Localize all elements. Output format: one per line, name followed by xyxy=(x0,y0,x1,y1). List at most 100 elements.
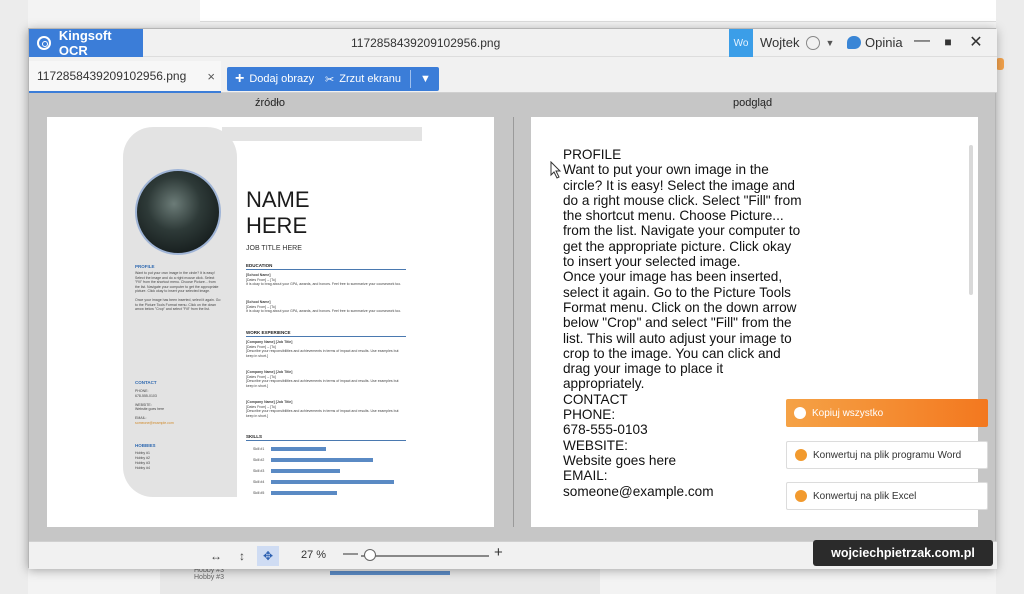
ocr-window: Kingsoft OCR 1172858439209102956.png Wo … xyxy=(28,28,997,569)
zoom-value: 27 % xyxy=(301,549,327,561)
preview-panel-label: podgląd xyxy=(733,97,773,109)
crown-icon xyxy=(795,490,807,502)
copy-all-label: Kopiuj wszystko xyxy=(812,407,884,419)
plus-icon: + xyxy=(235,70,245,87)
resume-skill-bar xyxy=(271,491,337,495)
resume-skill-label: Skill #1 xyxy=(253,447,265,451)
add-images-button[interactable]: + Dodaj obrazy xyxy=(227,67,323,91)
mouse-cursor-icon xyxy=(550,161,562,179)
resume-work-heading: WORK EXPERIENCE xyxy=(246,330,291,335)
resume-work-entry: [Company Name] [Job Title] [Dates From] –… xyxy=(246,370,399,388)
resume-work-entry: [Company Name] [Job Title] [Dates From] –… xyxy=(246,400,399,418)
zoom-slider-thumb[interactable] xyxy=(364,549,376,561)
background-hobby-line: Hobby #3 xyxy=(194,574,224,581)
source-panel-label: źródło xyxy=(255,97,285,109)
convert-excel-button[interactable]: Konwertuj na plik Excel xyxy=(786,482,988,510)
resume-skill-bar xyxy=(271,469,340,473)
close-button[interactable]: ✕ xyxy=(965,32,987,52)
feedback-icon xyxy=(847,36,861,49)
resume-hobby: Hobby #3 xyxy=(135,461,150,465)
feedback-label: Opinia xyxy=(865,35,903,50)
fit-height-icon[interactable]: ↕ xyxy=(231,546,253,566)
resume-company: [Company Name] [Job Title] xyxy=(246,370,293,374)
preview-scrollbar[interactable] xyxy=(969,145,973,295)
title-bar: Kingsoft OCR 1172858439209102956.png Wo … xyxy=(29,28,997,58)
add-images-label: Dodaj obrazy xyxy=(249,73,315,85)
background-orange-marker xyxy=(996,58,1004,70)
screenshot-button[interactable]: ✂ Zrzut ekranu ▼ xyxy=(317,67,439,91)
pan-move-icon[interactable]: ✥ xyxy=(257,546,279,566)
resume-contact-text: PHONE: 678-555-0103 WEBSITE: Website goes h… xyxy=(135,389,174,425)
resume-education-entry: [School Name] [Dates From] – [To] It is ok… xyxy=(246,300,402,313)
resume-skill-label: Skill #4 xyxy=(253,480,265,484)
resume-work-entry: [Company Name] [Job Title] [Dates From] –… xyxy=(246,340,399,358)
resume-education-heading: EDUCATION xyxy=(246,263,273,268)
resume-hobby: Hobby #1 xyxy=(135,451,150,455)
background-left-panel xyxy=(0,0,28,594)
resume-name: NAME HERE xyxy=(246,187,310,239)
file-tab-label: 1172858439209102956.png xyxy=(37,69,187,83)
convert-word-label: Konwertuj na plik programu Word xyxy=(813,449,962,461)
resume-hobby: Hobby #4 xyxy=(135,466,150,470)
window-title: 1172858439209102956.png xyxy=(351,36,501,50)
resume-rule xyxy=(246,269,406,270)
crown-icon xyxy=(795,449,807,461)
resume-rule xyxy=(246,336,406,337)
resume-profile-heading: PROFILE xyxy=(135,264,155,269)
close-tab-icon[interactable]: × xyxy=(207,69,215,84)
minimize-button[interactable]: — xyxy=(911,32,933,50)
resume-company: [Company Name] [Job Title] xyxy=(246,340,293,344)
zoom-in-button[interactable]: + xyxy=(494,544,503,561)
screenshot-label: Zrzut ekranu xyxy=(339,73,401,85)
resume-skill-label: Skill #2 xyxy=(253,458,265,462)
app-name: Kingsoft OCR xyxy=(58,28,112,58)
background-toolbar xyxy=(200,0,1024,22)
zoom-slider-track[interactable] xyxy=(361,555,489,557)
caret-down-icon: ▼ xyxy=(825,37,835,48)
button-separator xyxy=(409,70,411,88)
resume-skill-bar xyxy=(271,458,373,462)
resume-skills-heading: SKILLS xyxy=(246,434,263,439)
premium-icon xyxy=(805,35,820,50)
user-menu[interactable]: Wojtek ▼ xyxy=(760,35,834,50)
ocr-text[interactable]: PROFILE Want to put your own image in th… xyxy=(563,147,803,499)
resume-photo xyxy=(135,169,221,255)
resume-skill-label: Skill #5 xyxy=(253,491,265,495)
resume-profile-text: Want to put your own image in the circle… xyxy=(135,271,221,311)
ocr-logo-icon xyxy=(37,36,51,50)
resume-job-title: JOB TITLE HERE xyxy=(246,245,302,252)
resume-hobby: Hobby #2 xyxy=(135,456,150,460)
file-tab[interactable]: 1172858439209102956.png × xyxy=(29,61,221,93)
feedback-button[interactable]: Opinia xyxy=(847,35,903,50)
zoom-out-button[interactable]: — xyxy=(343,545,358,562)
source-image[interactable]: PROFILE Want to put your own image in th… xyxy=(47,117,494,527)
resume-header-band xyxy=(222,127,422,141)
resume-rule xyxy=(246,440,406,441)
resume-education-entry: [School Name] [Dates From] – [To] It is ok… xyxy=(246,273,402,286)
background-right-panel xyxy=(996,0,1024,594)
resume-skill-bar xyxy=(271,480,394,484)
maximize-button[interactable]: ■ xyxy=(937,35,959,49)
app-brand[interactable]: Kingsoft OCR xyxy=(29,28,143,58)
chevron-down-icon[interactable]: ▼ xyxy=(420,73,431,85)
scissors-icon: ✂ xyxy=(325,73,335,86)
resume-school: [School Name] xyxy=(246,273,271,277)
fit-width-icon[interactable]: ↔ xyxy=(205,546,227,566)
resume-name-line: HERE xyxy=(246,213,308,238)
resume-company: [Company Name] [Job Title] xyxy=(246,400,293,404)
copy-all-button[interactable]: Kopiuj wszystko xyxy=(786,399,988,427)
resume-skill-label: Skill #3 xyxy=(253,469,265,473)
resume-hobbies-heading: HOBBIES xyxy=(135,443,156,448)
watermark: wojciechpietrzak.com.pl xyxy=(813,540,993,566)
panel-divider[interactable] xyxy=(513,117,514,527)
convert-word-button[interactable]: Konwertuj na plik programu Word xyxy=(786,441,988,469)
crown-icon xyxy=(794,407,806,419)
user-name: Wojtek xyxy=(760,35,800,50)
tab-bar: 1172858439209102956.png × + Dodaj obrazy… xyxy=(29,57,997,93)
convert-excel-label: Konwertuj na plik Excel xyxy=(813,490,917,502)
wo-button[interactable]: Wo xyxy=(729,29,753,57)
resume-skill-bar xyxy=(271,447,326,451)
resume-name-line: NAME xyxy=(246,187,310,212)
resume-school: [School Name] xyxy=(246,300,271,304)
resume-contact-heading: CONTACT xyxy=(135,380,157,385)
